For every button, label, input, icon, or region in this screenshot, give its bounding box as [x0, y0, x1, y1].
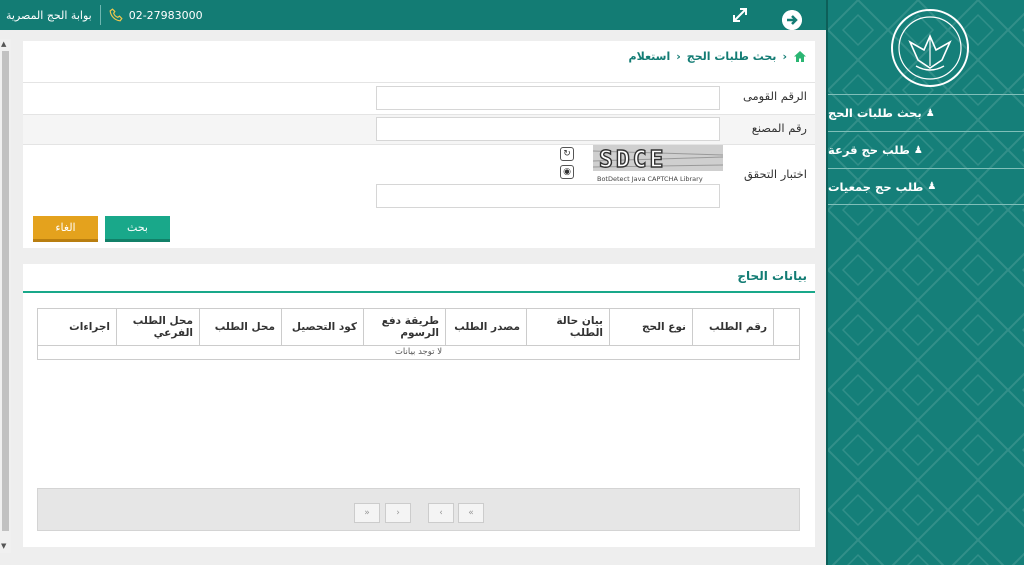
- captcha-caption: BotDetect Java CAPTCHA Library: [597, 175, 703, 183]
- factory-no-row: رقم المصنع: [23, 114, 815, 144]
- eagle-seal-logo: [891, 9, 969, 87]
- national-id-row: الرقم القومى: [23, 82, 815, 114]
- captcha-image: SDCE BotDetect Java CAPTCHA Library: [592, 145, 724, 183]
- scroll-up-icon[interactable]: ▲: [1, 40, 6, 48]
- table-header-cell[interactable]: رقم الطلب: [692, 309, 773, 345]
- table-header-select: [773, 309, 799, 345]
- national-id-label: الرقم القومى: [742, 89, 807, 103]
- expand-icon[interactable]: [731, 6, 749, 24]
- sidebar-item-label: بحث طلبات الحج: [828, 106, 922, 120]
- national-id-input[interactable]: [376, 86, 720, 110]
- breadcrumb-search-requests[interactable]: بحث طلبات الحج: [687, 50, 777, 63]
- sidebar-item-lottery-request[interactable]: ♟ طلب حج قرعة: [828, 131, 1024, 168]
- title-underline: [23, 291, 815, 293]
- search-panel: استعلام › بحث طلبات الحج › الرقم القومى …: [23, 41, 815, 248]
- results-title: بيانات الحاج: [737, 269, 807, 283]
- chevron-right-icon: ›: [782, 49, 787, 63]
- sidebar-menu: ♟ بحث طلبات الحج ♟ طلب حج قرعة ♟ طلب حج …: [828, 94, 1024, 205]
- refresh-captcha-icon[interactable]: ↻: [560, 147, 574, 161]
- phone-icon: [109, 8, 123, 22]
- table-header-cell[interactable]: كود التحصيل: [281, 309, 363, 345]
- breadcrumb-inquiry[interactable]: استعلام: [629, 50, 671, 63]
- divider: [99, 5, 101, 25]
- brand-area: بوابة الحج المصرية 02-27983000: [6, 0, 203, 30]
- sidebar-item-label: طلب حج قرعة: [828, 143, 910, 157]
- table-header-cell[interactable]: طريقة دفع الرسوم: [363, 309, 445, 345]
- scrollbar-thumb[interactable]: [2, 51, 9, 531]
- top-bar: بوابة الحج المصرية 02-27983000: [0, 0, 826, 30]
- phone-number: 02-27983000: [128, 8, 203, 22]
- audio-captcha-icon[interactable]: ◉: [560, 165, 574, 179]
- factory-no-input[interactable]: [376, 117, 720, 141]
- table-header-cell[interactable]: بيان حالة الطلب: [526, 309, 609, 345]
- table-header-cell[interactable]: اجراءات: [38, 309, 116, 345]
- results-table: رقم الطلب نوع الحج بيان حالة الطلب مصدر …: [37, 308, 800, 360]
- sidebar-item-search-requests[interactable]: ♟ بحث طلبات الحج: [828, 94, 1024, 131]
- empty-message: لا توجد بيانات: [37, 346, 800, 360]
- table-header-cell[interactable]: نوع الحج: [609, 309, 692, 345]
- users-icon: ♟: [913, 144, 923, 156]
- cancel-button[interactable]: الغاء: [33, 216, 98, 242]
- table-header-cell[interactable]: محل الطلب الفرعي: [116, 309, 199, 345]
- next-page-button[interactable]: ›: [385, 503, 411, 523]
- first-page-button[interactable]: «: [458, 503, 484, 523]
- last-page-button[interactable]: »: [354, 503, 380, 523]
- captcha-text: SDCE: [599, 147, 666, 173]
- table-header-cell[interactable]: مصدر الطلب: [445, 309, 526, 345]
- sidebar-item-label: طلب حج جمعيات: [828, 179, 924, 194]
- home-icon[interactable]: [793, 50, 807, 63]
- captcha-input[interactable]: [376, 184, 720, 208]
- results-panel: بيانات الحاج رقم الطلب نوع الحج بيان حال…: [23, 264, 815, 547]
- prev-page-button[interactable]: ‹: [428, 503, 454, 523]
- factory-no-label: رقم المصنع: [751, 121, 807, 135]
- sidebar: ♟ بحث طلبات الحج ♟ طلب حج قرعة ♟ طلب حج …: [826, 0, 1024, 565]
- sidebar-item-associations-request[interactable]: ♟ طلب حج جمعيات: [828, 168, 1024, 205]
- scroll-down-icon[interactable]: ▼: [1, 542, 6, 550]
- site-name: بوابة الحج المصرية: [6, 8, 92, 22]
- search-button[interactable]: بحث: [105, 216, 170, 242]
- arrow-right-icon[interactable]: [782, 10, 802, 30]
- pager: » › ‹ «: [37, 488, 800, 531]
- chevron-right-icon: ›: [676, 49, 681, 63]
- table-header: رقم الطلب نوع الحج بيان حالة الطلب مصدر …: [37, 308, 800, 346]
- table-header-cell[interactable]: محل الطلب: [199, 309, 281, 345]
- users-icon: ♟: [927, 181, 937, 192]
- vertical-scrollbar[interactable]: ▲ ▼: [0, 39, 11, 553]
- captcha-label: اختبار التحقق: [744, 167, 807, 181]
- users-icon: ♟: [925, 107, 935, 119]
- breadcrumb: استعلام › بحث طلبات الحج ›: [23, 41, 815, 71]
